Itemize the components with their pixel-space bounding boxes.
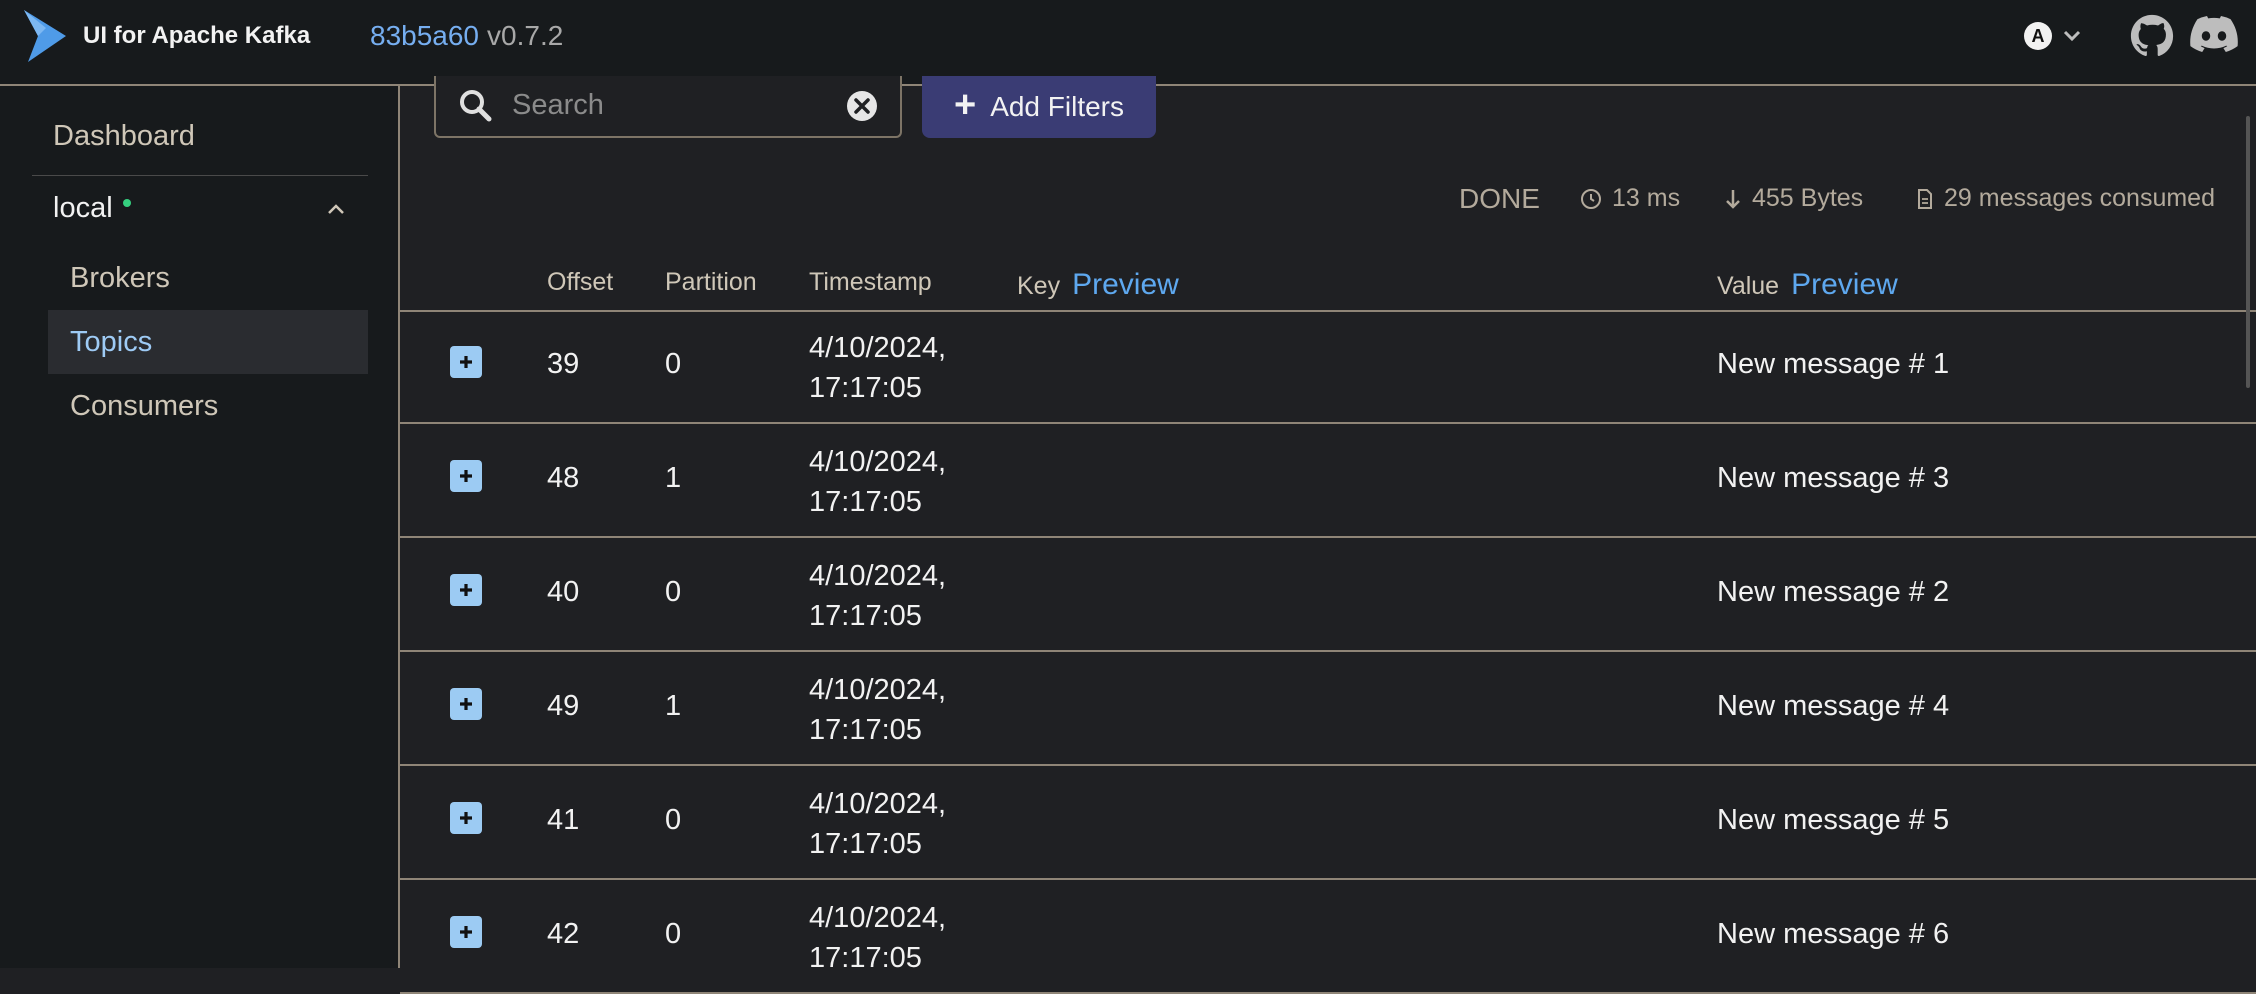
expand-icon[interactable] — [450, 688, 482, 720]
table-row[interactable]: 40 0 4/10/2024, 17:17:05 New message # 2 — [400, 538, 2256, 652]
ts-date: 4/10/2024, — [809, 902, 947, 934]
cell-partition: 1 — [665, 690, 682, 722]
col-value-label: Value — [1717, 272, 1780, 300]
sidebar-item-topics[interactable]: Topics — [48, 310, 368, 374]
col-offset[interactable]: Offset — [547, 268, 613, 297]
ts-date: 4/10/2024, — [809, 788, 947, 820]
ts-date: 4/10/2024, — [809, 446, 947, 478]
status-state: DONE — [1459, 183, 1540, 214]
discord-icon[interactable] — [2190, 16, 2238, 54]
bytes-value: 455 Bytes — [1752, 184, 1864, 212]
sidebar-divider — [32, 175, 368, 176]
ts-time: 17:17:05 — [809, 372, 922, 404]
scrollbar[interactable] — [2246, 116, 2250, 388]
kafka-logo-icon[interactable] — [20, 6, 70, 66]
sidebar-item-brokers[interactable]: Brokers — [48, 246, 368, 310]
messages-consumed: 29 messages consumed — [1916, 184, 2215, 213]
sidebar-item-dashboard[interactable]: Dashboard — [53, 120, 195, 153]
version-info: 83b5a60 v0.7.2 — [370, 20, 563, 52]
expand-icon[interactable] — [450, 346, 482, 378]
cell-partition: 1 — [665, 462, 682, 494]
add-filters-button[interactable]: + Add Filters — [922, 76, 1156, 138]
ts-time: 17:17:05 — [809, 828, 922, 860]
cell-offset: 39 — [547, 348, 580, 380]
cell-timestamp: 4/10/2024, 17:17:05 — [809, 898, 1009, 978]
clear-search-icon[interactable] — [846, 90, 878, 122]
cell-value: New message # 1 — [1717, 348, 1950, 380]
table-row[interactable]: 42 0 4/10/2024, 17:17:05 New message # 6 — [400, 880, 2256, 994]
cell-value: New message # 5 — [1717, 804, 1950, 836]
cell-value: New message # 3 — [1717, 462, 1950, 494]
sidebar: Dashboard local Brokers Topics Consumers — [0, 86, 400, 968]
chevron-down-icon — [2063, 30, 2081, 42]
expand-icon[interactable] — [450, 802, 482, 834]
add-filters-label: Add Filters — [990, 91, 1125, 122]
value-preview-link[interactable]: Preview — [1791, 268, 1898, 301]
cell-offset: 42 — [547, 918, 580, 950]
ts-date: 4/10/2024, — [809, 560, 947, 592]
elapsed-time-value: 13 ms — [1612, 184, 1681, 212]
table-row[interactable]: 39 0 4/10/2024, 17:17:05 New message # 1 — [400, 310, 2256, 424]
top-navbar: UI for Apache Kafka 83b5a60 v0.7.2 A — [0, 0, 2256, 86]
search-box — [434, 76, 902, 138]
cell-value: New message # 6 — [1717, 918, 1950, 950]
elapsed-time: 13 ms — [1580, 184, 1680, 213]
sidebar-item-consumers[interactable]: Consumers — [48, 374, 368, 438]
clock-icon — [1581, 188, 1601, 209]
ts-time: 17:17:05 — [809, 714, 922, 746]
arrow-down-icon — [1726, 189, 1740, 209]
cell-timestamp: 4/10/2024, 17:17:05 — [809, 442, 1009, 522]
col-key-label: Key — [1017, 272, 1061, 300]
cluster-name[interactable]: local — [53, 192, 131, 225]
commit-link[interactable]: 83b5a60 — [370, 20, 479, 51]
cell-offset: 49 — [547, 690, 580, 722]
cluster-label: local — [53, 192, 113, 224]
col-value: Value Preview — [1717, 268, 1898, 302]
cell-offset: 41 — [547, 804, 580, 836]
app-title[interactable]: UI for Apache Kafka — [83, 22, 310, 50]
cell-partition: 0 — [665, 576, 682, 608]
cell-timestamp: 4/10/2024, 17:17:05 — [809, 784, 1009, 864]
cell-timestamp: 4/10/2024, 17:17:05 — [809, 670, 1009, 750]
expand-icon[interactable] — [450, 916, 482, 948]
avatar: A — [2024, 22, 2052, 50]
cell-value: New message # 2 — [1717, 576, 1950, 608]
cell-timestamp: 4/10/2024, 17:17:05 — [809, 556, 1009, 636]
expand-icon[interactable] — [450, 460, 482, 492]
search-icon — [460, 90, 492, 122]
ts-time: 17:17:05 — [809, 942, 922, 974]
user-menu[interactable]: A — [2024, 18, 2084, 54]
ts-date: 4/10/2024, — [809, 674, 947, 706]
version-tag: v0.7.2 — [487, 20, 564, 51]
table-header: Offset Partition Timestamp Key Preview Va… — [400, 258, 2256, 312]
cell-partition: 0 — [665, 918, 682, 950]
col-key: Key Preview — [1017, 268, 1179, 302]
key-preview-link[interactable]: Preview — [1072, 268, 1179, 301]
table-row[interactable]: 41 0 4/10/2024, 17:17:05 New message # 5 — [400, 766, 2256, 880]
document-icon — [1918, 188, 1932, 209]
chevron-up-icon[interactable] — [326, 202, 346, 216]
ts-time: 17:17:05 — [809, 486, 922, 518]
cell-timestamp: 4/10/2024, 17:17:05 — [809, 328, 1009, 408]
cell-partition: 0 — [665, 348, 682, 380]
cell-offset: 40 — [547, 576, 580, 608]
ts-time: 17:17:05 — [809, 600, 922, 632]
search-input[interactable] — [510, 86, 834, 124]
cluster-status-dot — [122, 199, 131, 208]
messages-table: 39 0 4/10/2024, 17:17:05 New message # 1 … — [400, 310, 2256, 994]
table-row[interactable]: 49 1 4/10/2024, 17:17:05 New message # 4 — [400, 652, 2256, 766]
plus-icon: + — [953, 84, 977, 126]
cell-offset: 48 — [547, 462, 580, 494]
col-partition[interactable]: Partition — [665, 268, 757, 297]
ts-date: 4/10/2024, — [809, 332, 947, 364]
table-row[interactable]: 48 1 4/10/2024, 17:17:05 New message # 3 — [400, 424, 2256, 538]
bytes-consumed: 455 Bytes — [1724, 184, 1863, 213]
cell-value: New message # 4 — [1717, 690, 1950, 722]
expand-icon[interactable] — [450, 574, 482, 606]
col-timestamp[interactable]: Timestamp — [809, 268, 932, 297]
cell-partition: 0 — [665, 804, 682, 836]
messages-value: 29 messages consumed — [1944, 184, 2215, 212]
github-icon[interactable] — [2130, 14, 2174, 58]
